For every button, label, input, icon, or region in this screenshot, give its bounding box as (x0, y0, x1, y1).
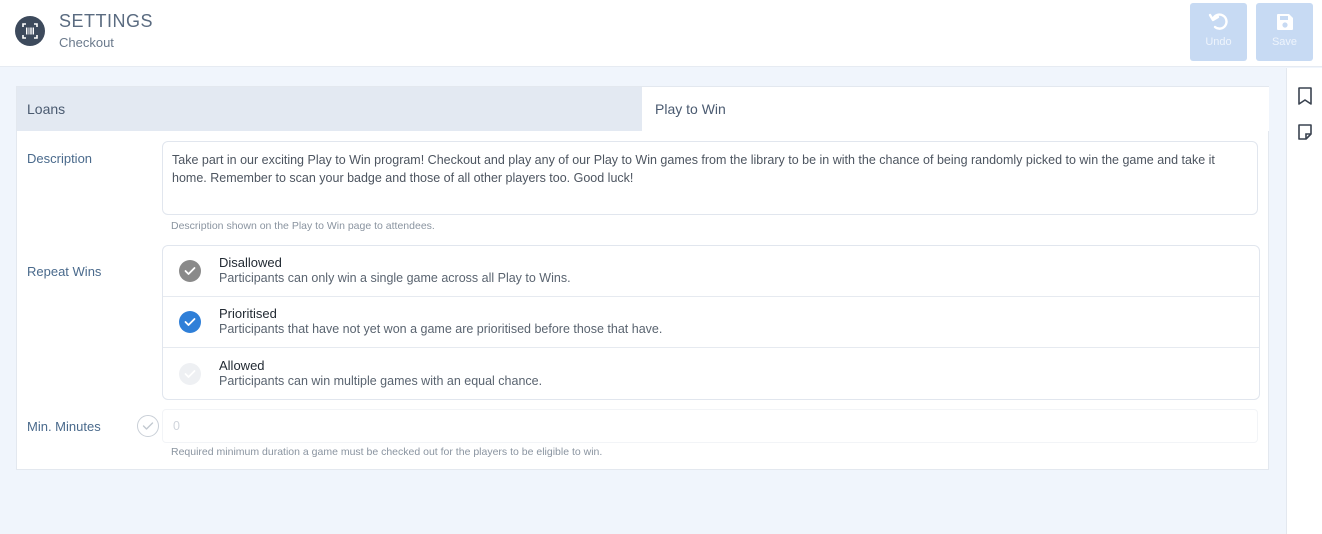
min-minutes-label: Min. Minutes (27, 419, 101, 434)
check-circle-icon (179, 311, 201, 333)
min-minutes-input[interactable]: 0 (162, 409, 1258, 443)
save-icon (1276, 14, 1293, 30)
check-icon (142, 422, 154, 430)
tab-loans[interactable]: Loans (17, 87, 642, 131)
option-description: Participants can only win a single game … (219, 271, 571, 285)
barcode-icon (15, 16, 45, 46)
description-label: Description (27, 151, 93, 166)
description-textarea[interactable]: Take part in our exciting Play to Win pr… (162, 141, 1258, 215)
save-label: Save (1271, 36, 1298, 48)
option-title: Prioritised (219, 306, 277, 321)
header-bar: SETTINGS Checkout Undo Save (0, 0, 1322, 67)
min-minutes-hint: Required minimum duration a game must be… (171, 446, 603, 458)
check-circle-icon (179, 363, 201, 385)
page-title: SETTINGS (59, 11, 154, 31)
undo-label: Undo (1205, 36, 1232, 48)
min-minutes-toggle[interactable] (137, 415, 159, 437)
tab-play-to-win[interactable]: Play to Win (645, 87, 1269, 131)
save-button[interactable]: Save (1256, 3, 1313, 61)
option-description: Participants that have not yet won a gam… (219, 322, 663, 336)
undo-icon (1208, 13, 1228, 30)
bookmark-icon[interactable] (1297, 87, 1313, 105)
page-subtitle: Checkout (59, 35, 114, 50)
radio-option-disallowed[interactable]: Disallowed Participants can only win a s… (163, 246, 1259, 297)
repeat-wins-radio-group: Disallowed Participants can only win a s… (162, 245, 1260, 400)
option-title: Disallowed (219, 255, 282, 270)
settings-card: Loans Play to Win Description Take part … (16, 86, 1269, 470)
check-circle-icon (179, 260, 201, 282)
option-title: Allowed (219, 358, 265, 373)
repeat-wins-label: Repeat Wins (27, 264, 102, 279)
right-rail (1286, 68, 1322, 534)
undo-button[interactable]: Undo (1190, 3, 1247, 61)
option-description: Participants can win multiple games with… (219, 374, 543, 388)
radio-option-prioritised[interactable]: Prioritised Participants that have not y… (163, 297, 1259, 348)
radio-option-allowed[interactable]: Allowed Participants can win multiple ga… (163, 349, 1259, 400)
note-icon[interactable] (1297, 123, 1313, 141)
description-hint: Description shown on the Play to Win pag… (171, 220, 435, 232)
